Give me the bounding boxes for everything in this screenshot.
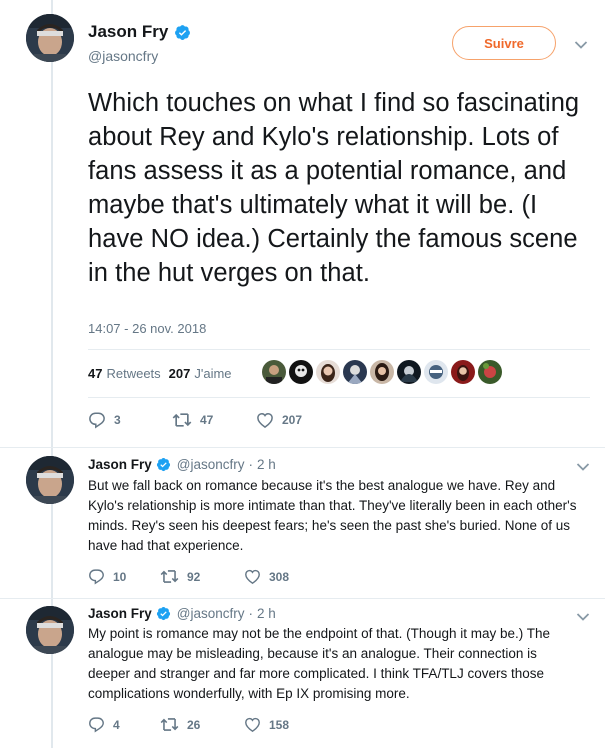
- author-handle[interactable]: @jasoncfry: [88, 48, 158, 64]
- follow-button[interactable]: Suivre: [452, 26, 556, 60]
- chevron-down-icon[interactable]: [574, 40, 588, 50]
- like-icon: [245, 717, 260, 733]
- tweet-text: My point is romance may not be the endpo…: [88, 626, 550, 701]
- reply-icon: [89, 569, 104, 585]
- retweet-stat[interactable]: 47 Retweets: [88, 366, 161, 381]
- retweet-icon: [172, 413, 192, 427]
- liker-avatar[interactable]: [397, 360, 421, 384]
- verified-badge-icon: [156, 606, 170, 621]
- author-name[interactable]: Jason Fry: [88, 606, 152, 621]
- tweet-timestamp[interactable]: 14:07 - 26 nov. 2018: [88, 321, 206, 336]
- like-icon: [245, 569, 260, 585]
- liker-avatar[interactable]: [451, 360, 475, 384]
- liker-avatar[interactable]: [478, 360, 502, 384]
- tweet-age[interactable]: 2 h: [257, 606, 276, 621]
- like-icon: [257, 412, 273, 429]
- like-button[interactable]: 207: [256, 411, 340, 429]
- liker-avatar[interactable]: [343, 360, 367, 384]
- avatar[interactable]: [26, 456, 74, 504]
- chevron-down-icon[interactable]: [576, 462, 590, 472]
- liker-avatars: [262, 360, 502, 384]
- reply-button[interactable]: 10: [88, 568, 160, 585]
- reply-icon: [89, 717, 104, 733]
- reply-button[interactable]: 4: [88, 716, 160, 733]
- separator-dot: ·: [248, 457, 254, 472]
- divider: [88, 349, 590, 350]
- reply-header: Jason Fry @jasoncfry · 2 h: [88, 606, 276, 621]
- like-button[interactable]: 308: [244, 568, 328, 585]
- author-name[interactable]: Jason Fry: [88, 457, 152, 472]
- liker-avatar[interactable]: [316, 360, 340, 384]
- verified-badge-icon: [175, 24, 191, 40]
- chevron-down-icon[interactable]: [576, 612, 590, 622]
- retweet-icon: [160, 570, 179, 583]
- author-handle[interactable]: @jasoncfry: [177, 606, 245, 621]
- retweet-icon: [160, 718, 179, 731]
- main-tweet: Jason Fry @jasoncfry Suivre Which touche…: [0, 0, 605, 448]
- liker-avatar[interactable]: [424, 360, 448, 384]
- like-stat[interactable]: 207 J'aime: [169, 366, 232, 381]
- avatar[interactable]: [26, 14, 74, 62]
- liker-avatar[interactable]: [262, 360, 286, 384]
- reply-tweet[interactable]: Jason Fry @jasoncfry · 2 h My point is r…: [0, 598, 605, 748]
- author-handle[interactable]: @jasoncfry: [177, 457, 245, 472]
- verified-badge-icon: [156, 457, 170, 472]
- author-name[interactable]: Jason Fry: [88, 22, 191, 42]
- liker-avatar[interactable]: [289, 360, 313, 384]
- tweet-age[interactable]: 2 h: [257, 457, 276, 472]
- reply-icon: [89, 412, 105, 429]
- reply-header: Jason Fry @jasoncfry · 2 h: [88, 457, 276, 472]
- tweet-actions: 3 47 207: [88, 411, 340, 429]
- tweet-text: Which touches on what I find so fascinat…: [88, 89, 580, 287]
- retweet-button[interactable]: 92: [160, 568, 244, 585]
- reply-button[interactable]: 3: [88, 411, 172, 429]
- tweet-actions: 10 92 308: [88, 568, 328, 585]
- divider: [88, 397, 590, 398]
- liker-avatar[interactable]: [370, 360, 394, 384]
- avatar[interactable]: [26, 606, 74, 654]
- separator-dot: ·: [248, 606, 254, 621]
- tweet-text: But we fall back on romance because it's…: [88, 478, 577, 553]
- like-button[interactable]: 158: [244, 716, 328, 733]
- tweet-actions: 4 26 158: [88, 716, 328, 733]
- engagement-stats: 47 Retweets 207 J'aime: [88, 366, 232, 381]
- retweet-button[interactable]: 26: [160, 716, 244, 733]
- retweet-button[interactable]: 47: [172, 411, 256, 429]
- reply-tweet[interactable]: Jason Fry @jasoncfry · 2 h But we fall b…: [0, 448, 605, 598]
